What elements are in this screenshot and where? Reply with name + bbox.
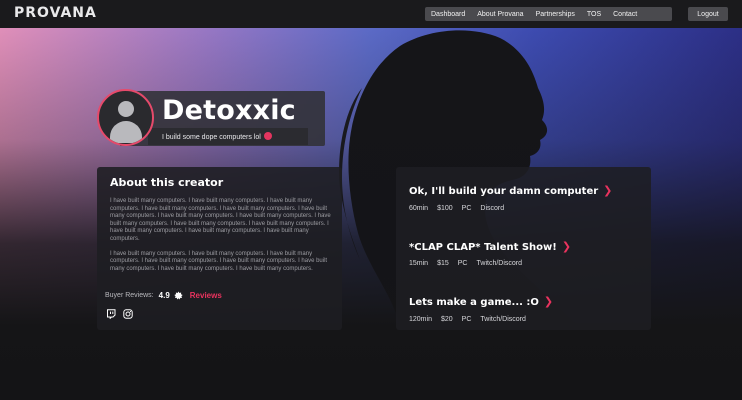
avatar-body-shape	[110, 121, 142, 143]
offering-platform: PC	[461, 205, 472, 212]
offering-contact: Twitch/Discord	[476, 260, 523, 267]
creator-tagline-row: I build some dope computers lol	[162, 132, 272, 141]
nav-partnerships[interactable]: Partnerships	[530, 11, 581, 18]
avatar-head-shape	[118, 101, 134, 117]
emoji-icon	[263, 132, 272, 140]
offering-duration: 15min	[409, 260, 429, 267]
chevron-right-icon: ❯	[561, 240, 572, 253]
offering-price: $20	[440, 316, 453, 323]
offering-meta: 15min $15 PC Twitch/Discord	[409, 260, 531, 267]
offering-title-link[interactable]: *CLAP CLAP* Talent Show! ❯	[409, 240, 571, 253]
about-paragraph: I have built many computers. I have buil…	[110, 250, 328, 272]
offering-title: Ok, I'll build your damn computer	[409, 186, 599, 197]
offering-title-link[interactable]: Lets make a game... :O ❯	[409, 295, 553, 308]
provana-logo[interactable]: PROVANA	[14, 5, 97, 21]
main-nav: Dashboard About Provana Partnerships TOS…	[425, 7, 672, 21]
chevron-right-icon: ❯	[543, 295, 554, 308]
offering-price: $100	[437, 205, 453, 212]
buyer-reviews-row: Buyer Reviews: 4.9 Reviews	[105, 291, 222, 300]
about-description: I have built many computers. I have buil…	[110, 198, 338, 280]
buyer-reviews-label: Buyer Reviews:	[105, 292, 154, 299]
avatar[interactable]	[97, 89, 154, 146]
rating-star-icon	[174, 291, 183, 300]
nav-tos[interactable]: TOS	[581, 11, 607, 18]
offering-duration: 60min	[409, 205, 429, 212]
logout-button[interactable]: Logout	[688, 7, 728, 21]
reviews-link[interactable]: Reviews	[190, 291, 222, 300]
top-navigation-bar: PROVANA Dashboard About Provana Partners…	[0, 0, 742, 28]
about-paragraph: I have built many computers. I have buil…	[110, 198, 331, 242]
twitch-icon[interactable]	[106, 309, 116, 319]
offering-contact: Twitch/Discord	[480, 316, 526, 323]
nav-about-provana[interactable]: About Provana	[471, 11, 529, 18]
about-title: About this creator	[110, 176, 224, 189]
nav-dashboard[interactable]: Dashboard	[425, 11, 471, 18]
offering-contact: Discord	[480, 205, 505, 212]
offering-title-link[interactable]: Ok, I'll build your damn computer ❯	[409, 184, 612, 197]
rating-value: 4.9	[158, 291, 170, 300]
offering-meta: 120min $20 PC Twitch/Discord	[409, 316, 535, 323]
creator-name: Detoxxic	[162, 95, 296, 126]
offering-platform: PC	[457, 260, 468, 267]
instagram-icon[interactable]	[123, 309, 133, 319]
offering-title: *CLAP CLAP* Talent Show!	[409, 242, 557, 253]
offering-platform: PC	[461, 316, 472, 323]
offering-meta: 60min $100 PC Discord	[409, 205, 513, 212]
chevron-right-icon: ❯	[603, 184, 613, 197]
nav-contact[interactable]: Contact	[607, 11, 643, 18]
offering-duration: 120min	[409, 316, 432, 323]
offering-price: $15	[437, 260, 449, 267]
creator-tagline: I build some dope computers lol	[162, 134, 261, 141]
offering-title: Lets make a game... :O	[409, 297, 539, 308]
